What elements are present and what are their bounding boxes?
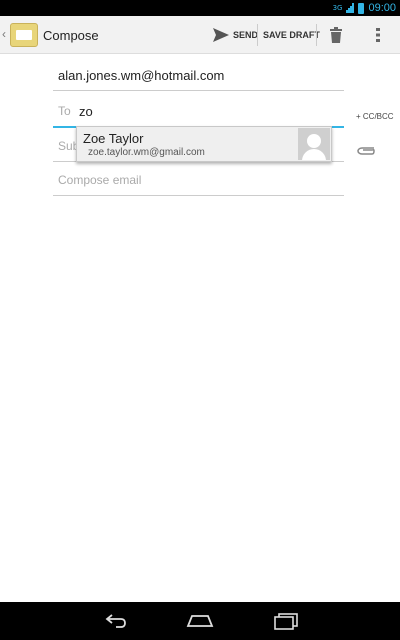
recents-icon[interactable] [273,612,299,630]
autocomplete-suggestion[interactable]: Zoe Taylor zoe.taylor.wm@gmail.com [76,126,332,162]
delete-button[interactable] [330,16,342,54]
paperclip-icon[interactable] [356,145,376,157]
network-type: 3G [332,4,343,12]
send-button[interactable]: SEND [213,16,258,54]
save-draft-label: SAVE DRAFT [263,30,320,40]
suggestion-name: Zoe Taylor [83,131,144,146]
status-bar: 3G 09:00 [0,0,400,16]
from-field[interactable]: alan.jones.wm@hotmail.com [53,60,344,91]
cc-bcc-button[interactable]: + CC/BCC [356,112,394,121]
email-app-icon[interactable] [10,23,38,47]
up-caret-icon[interactable]: ‹ [2,27,6,41]
to-field[interactable]: To [53,97,344,128]
back-icon[interactable] [104,612,128,630]
signal-icon [346,3,355,13]
clock: 09:00 [368,2,396,14]
overflow-menu-button[interactable] [376,16,380,54]
send-icon [213,28,229,42]
from-address: alan.jones.wm@hotmail.com [58,68,225,83]
compose-body-field[interactable]: Compose email [53,168,344,196]
action-bar: ‹ Compose SEND SAVE DRAFT [0,16,400,54]
battery-icon [358,2,365,14]
body-placeholder: Compose email [58,173,142,187]
divider [316,24,317,46]
suggestion-email: zoe.taylor.wm@gmail.com [88,147,205,158]
home-icon[interactable] [186,612,214,630]
to-label: To [58,104,71,118]
to-input[interactable] [79,104,279,119]
save-draft-button[interactable]: SAVE DRAFT [263,16,320,54]
avatar [298,128,330,160]
overflow-menu-icon [376,28,380,42]
divider [257,24,258,46]
page-title: Compose [43,28,99,43]
send-label: SEND [233,30,259,40]
trash-icon [330,27,342,43]
navigation-bar [0,602,400,640]
